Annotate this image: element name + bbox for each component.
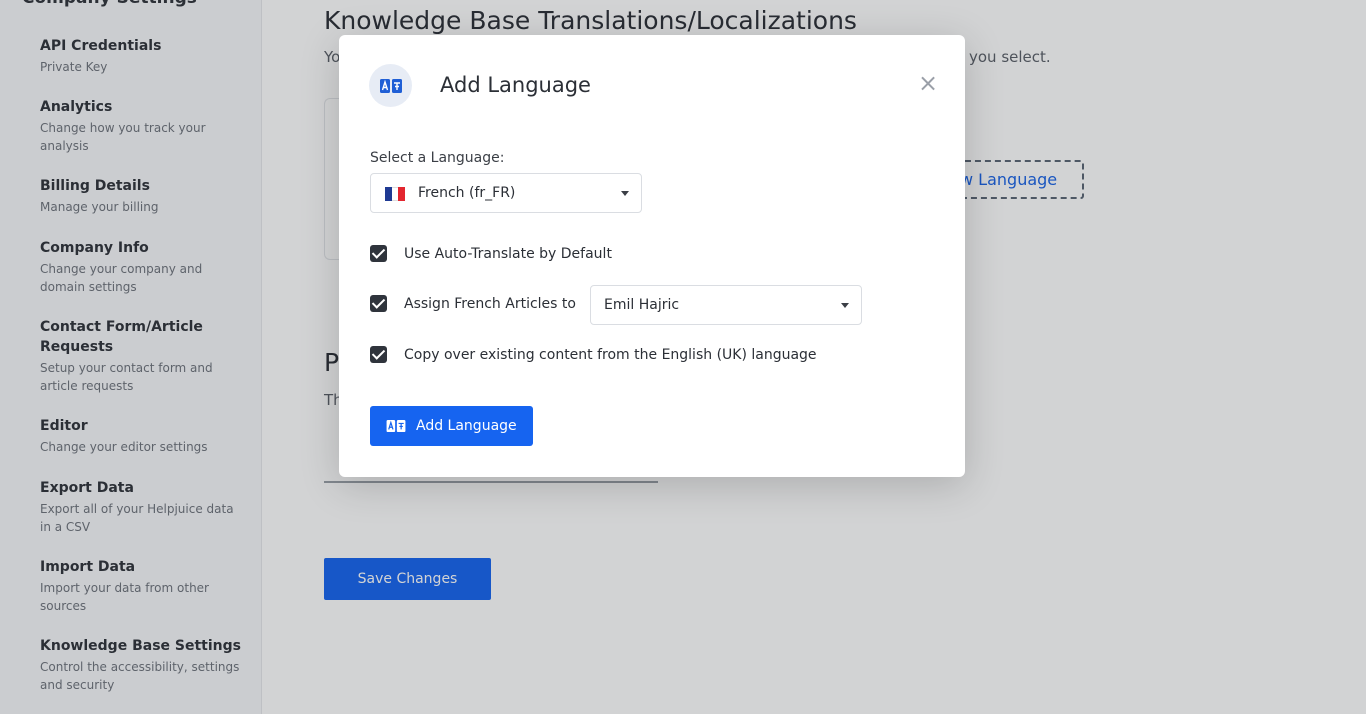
add-language-button-label: Add Language bbox=[416, 418, 517, 434]
translate-icon bbox=[379, 78, 402, 93]
copy-content-checkbox[interactable] bbox=[370, 346, 387, 363]
assignee-value: Emil Hajric bbox=[604, 297, 680, 313]
copy-content-label: Copy over existing content from the Engl… bbox=[404, 347, 817, 363]
chevron-down-icon bbox=[841, 303, 849, 308]
assignee-select[interactable]: Emil Hajric bbox=[590, 285, 862, 325]
close-icon[interactable]: × bbox=[917, 71, 939, 95]
auto-translate-label: Use Auto-Translate by Default bbox=[404, 246, 612, 262]
chevron-down-icon bbox=[621, 191, 629, 196]
french-flag-icon bbox=[385, 187, 406, 201]
add-language-button[interactable]: Add Language bbox=[370, 406, 533, 446]
language-select[interactable]: French (fr_FR) bbox=[370, 173, 642, 213]
translate-icon bbox=[386, 420, 406, 432]
assign-articles-checkbox[interactable] bbox=[370, 295, 387, 312]
auto-translate-checkbox[interactable] bbox=[370, 245, 387, 262]
add-language-modal: Add Language × Select a Language: French… bbox=[339, 35, 965, 477]
assign-articles-label: Assign French Articles to bbox=[404, 296, 576, 312]
selected-language: French (fr_FR) bbox=[418, 185, 516, 201]
modal-icon-badge bbox=[369, 64, 412, 107]
modal-title: Add Language bbox=[440, 73, 591, 97]
select-language-label: Select a Language: bbox=[370, 150, 505, 166]
